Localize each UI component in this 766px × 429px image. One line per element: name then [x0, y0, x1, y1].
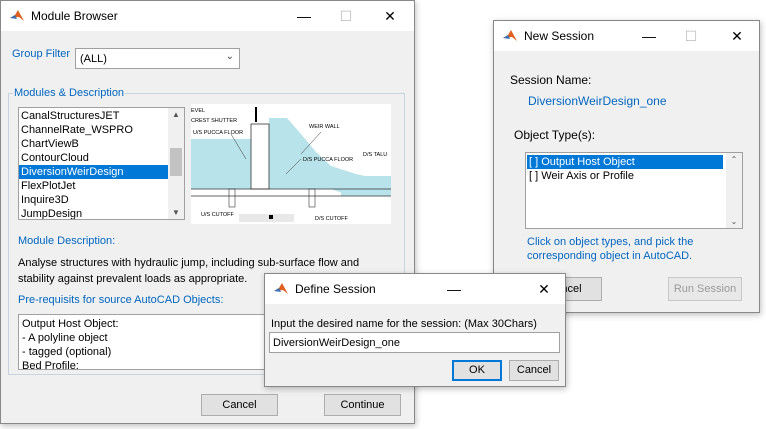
module-list-item[interactable]: CanalStructuresJET [19, 109, 169, 123]
object-type-item[interactable]: [ ] Output Host Object [527, 155, 723, 169]
close-icon[interactable]: ✕ [379, 5, 401, 27]
close-icon[interactable]: ✕ [533, 278, 555, 300]
module-list-item[interactable]: Inquire3D [19, 193, 169, 207]
scroll-thumb[interactable] [170, 148, 182, 176]
group-filter-value: (ALL) [80, 53, 107, 65]
continue-button[interactable]: Continue [324, 394, 401, 416]
modules-list[interactable]: CanalStructuresJET ChannelRate_WSPRO Chart… [18, 107, 185, 220]
object-types-label: Object Type(s): [514, 128, 596, 142]
ok-button[interactable]: OK [452, 360, 502, 381]
prereq-line: Bed Profile: [22, 360, 79, 370]
scroll-up-icon[interactable]: ⌃ [726, 155, 742, 164]
modules-scrollbar[interactable]: ▲ ▼ [168, 108, 184, 219]
module-browser-cancel-button[interactable]: Cancel [201, 394, 278, 416]
maximize-icon[interactable]: ☐ [335, 5, 357, 27]
weir-diagram: EVEL CREST SHUTTER U/S PUCCA FLOOR WEIR … [191, 104, 391, 224]
minimize-icon[interactable]: — [638, 25, 660, 47]
prereq-line: Output Host Object: [22, 318, 119, 330]
module-list-item[interactable]: ContourCloud [19, 151, 169, 165]
module-description-label: Module Description: [18, 235, 116, 247]
diagram-label-us-cutoff: U/S CUTOFF [201, 212, 235, 218]
new-session-title: New Session [524, 29, 595, 43]
group-filter-label: Group Filter [12, 48, 71, 60]
module-list-item[interactable]: FlexPlotJet [19, 179, 169, 193]
prereq-line: - A polyline object [22, 332, 108, 344]
diagram-label-ds-talus: D/S TALU [363, 152, 387, 158]
module-list-item[interactable]: JumpDesign [19, 207, 169, 219]
scroll-up-icon[interactable]: ▲ [168, 110, 184, 119]
module-list-item[interactable]: DiversionWeirDesign [19, 165, 169, 179]
prereq-line: - tagged (optional) [22, 346, 112, 358]
scroll-down-icon[interactable]: ⌄ [726, 217, 742, 226]
diagram-label-crest-shutter: CREST SHUTTER [191, 118, 237, 124]
session-name-label: Session Name: [510, 73, 592, 87]
session-name-input-text: DiversionWeirDesign_one [273, 337, 400, 349]
prereq-label: Pre-requisits for source AutoCAD Objects… [18, 294, 224, 306]
session-name-input[interactable]: DiversionWeirDesign_one [269, 332, 560, 353]
maximize-icon[interactable]: ☐ [680, 25, 702, 47]
object-types-scrollbar[interactable]: ⌃ ⌄ [726, 153, 742, 228]
diagram-label-level: EVEL [191, 108, 205, 114]
matlab-icon [10, 10, 24, 21]
matlab-icon [274, 283, 288, 294]
group-filter-dropdown[interactable]: (ALL) ⌄ [75, 48, 240, 69]
define-session-title: Define Session [295, 282, 376, 296]
module-browser-titlebar[interactable]: Module Browser — ☐ ✕ [1, 1, 414, 31]
modules-label: Modules & Description [13, 87, 126, 99]
define-session-titlebar[interactable]: Define Session — ✕ [265, 274, 565, 304]
minimize-icon[interactable]: — [443, 278, 465, 300]
new-session-titlebar[interactable]: New Session — ☐ ✕ [494, 21, 759, 51]
object-types-list[interactable]: [ ] Output Host Object[ ] Weir Axis or P… [525, 152, 743, 229]
define-session-window: Define Session — ✕ Input the desired nam… [264, 273, 566, 387]
close-icon[interactable]: ✕ [726, 25, 748, 47]
module-browser-title: Module Browser [31, 9, 118, 23]
module-list-item[interactable]: ChartViewB [19, 137, 169, 151]
diagram-label-us-pucca-floor: U/S PUCCA FLOOR [193, 130, 243, 136]
run-session-button[interactable]: Run Session [668, 277, 742, 301]
object-types-hint: Click on object types, and pick the corr… [527, 236, 694, 262]
object-type-item[interactable]: [ ] Weir Axis or Profile [527, 169, 723, 183]
define-session-cancel-button[interactable]: Cancel [509, 360, 559, 381]
matlab-icon [503, 30, 517, 41]
diagram-label-weir-wall: WEIR WALL [309, 124, 340, 130]
session-name-value: DiversionWeirDesign_one [528, 94, 667, 108]
define-session-prompt: Input the desired name for the session: … [271, 318, 537, 330]
module-list-item[interactable]: ChannelRate_WSPRO [19, 123, 169, 137]
diagram-label-ds-pucca-floor: D/S PUCCA FLOOR [303, 157, 353, 163]
scroll-down-icon[interactable]: ▼ [168, 208, 184, 217]
chevron-down-icon: ⌄ [225, 51, 234, 62]
new-session-window: New Session — ☐ ✕ Session Name: Diversio… [493, 20, 760, 313]
prereq-list[interactable]: Output Host Object: - A polyline object - … [18, 314, 278, 370]
minimize-icon[interactable]: — [293, 5, 315, 27]
diagram-label-ds-cutoff: D/S CUTOFF [315, 216, 349, 222]
